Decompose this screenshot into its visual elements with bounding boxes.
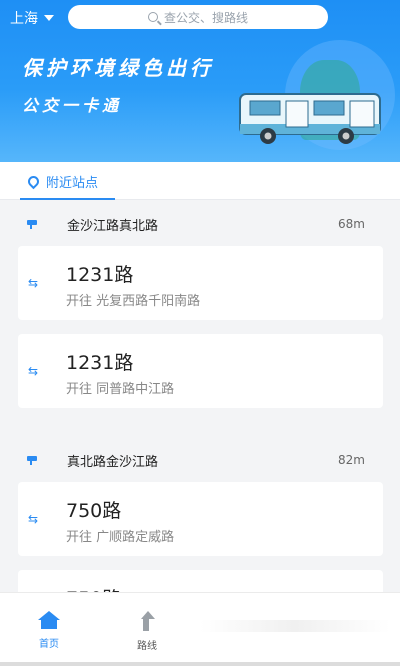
bus-stop-icon [27, 456, 37, 465]
direction-arrows-icon: ⇆ [28, 364, 39, 378]
stop-name: 金沙江路真北路 [67, 218, 159, 234]
tab-active-indicator [20, 198, 115, 200]
stop-name: 真北路金沙江路 [67, 454, 159, 470]
tab-nearby-label: 附近站点 [46, 176, 99, 191]
banner: 上海 查公交、搜路线 保护环境绿色出行 公交一卡通 [0, 0, 400, 162]
line-destination: 开往 广顺路定威路 [66, 530, 175, 545]
slogan-main: 保护环境绿色出行 [22, 56, 214, 80]
city-selector[interactable]: 上海 [10, 8, 54, 28]
line-number: 1231路 [66, 264, 134, 286]
line-number: 1231路 [66, 352, 134, 374]
stop-header[interactable]: 真北路金沙江路 82m [0, 444, 400, 476]
bus-line-card[interactable]: ⇆ 750路 开往 广顺路定威路 [18, 482, 383, 556]
search-bar[interactable]: 查公交、搜路线 [68, 5, 328, 29]
search-placeholder: 查公交、搜路线 [163, 10, 248, 25]
bottom-strip [0, 662, 400, 666]
bus-illustration [239, 93, 381, 144]
nav-home-label: 首页 [39, 639, 59, 650]
stop-distance: 82m [338, 453, 365, 467]
direction-arrows-icon: ⇆ [28, 276, 39, 290]
bus-line-card[interactable]: ⇆ 1231路 开往 光复西路千阳南路 [18, 246, 383, 320]
line-destination: 开往 光复西路千阳南路 [66, 294, 201, 309]
tab-nearby-stops[interactable]: 附近站点 [25, 172, 99, 191]
location-pin-icon [25, 173, 42, 190]
nav-route-label: 路线 [137, 641, 157, 652]
stop-header[interactable]: 金沙江路真北路 68m [0, 208, 400, 240]
screen: 上海 查公交、搜路线 保护环境绿色出行 公交一卡通 附近站点 金沙江路真北路 6… [0, 0, 400, 666]
line-destination: 开往 同普路中江路 [66, 382, 175, 397]
bus-stop-icon [27, 220, 37, 229]
nav-route[interactable]: 路线 [137, 611, 157, 652]
faded-nav-placeholder [200, 620, 390, 632]
search-icon [147, 12, 158, 22]
nav-home[interactable]: 首页 [38, 611, 60, 650]
home-icon [38, 611, 60, 629]
stop-distance: 68m [338, 217, 365, 231]
line-number: 750路 [66, 500, 122, 522]
tab-bar: 附近站点 [0, 162, 400, 200]
chevron-down-icon [44, 15, 54, 21]
route-icon [137, 611, 157, 631]
bus-line-card[interactable]: ⇆ 1231路 开往 同普路中江路 [18, 334, 383, 408]
direction-arrows-icon: ⇆ [28, 512, 39, 526]
city-name: 上海 [10, 11, 38, 27]
slogan-sub: 公交一卡通 [22, 96, 123, 115]
